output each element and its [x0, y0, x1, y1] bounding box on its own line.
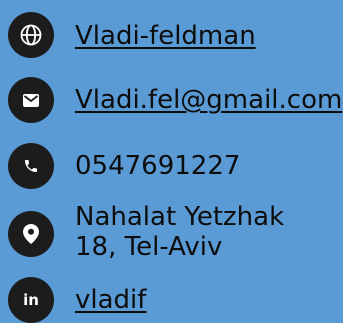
phone-number: 0547691227	[75, 151, 241, 181]
location-pin-icon	[8, 211, 54, 257]
address-line-2: 18, Tel-Aviv	[75, 232, 223, 262]
phone-icon	[8, 143, 54, 189]
envelope-icon	[8, 77, 54, 123]
linkedin-icon-text: in	[23, 290, 39, 309]
globe-icon	[8, 12, 54, 58]
address-line-1: Nahalat Yetzhak	[75, 202, 285, 232]
email-link[interactable]: Vladi.fel@gmail.com	[75, 85, 342, 115]
website-link[interactable]: Vladi-feldman	[75, 21, 256, 51]
linkedin-link[interactable]: vladif	[75, 285, 146, 315]
address-text: Nahalat Yetzhak 18, Tel-Aviv	[75, 202, 284, 262]
linkedin-icon: in	[8, 277, 54, 323]
